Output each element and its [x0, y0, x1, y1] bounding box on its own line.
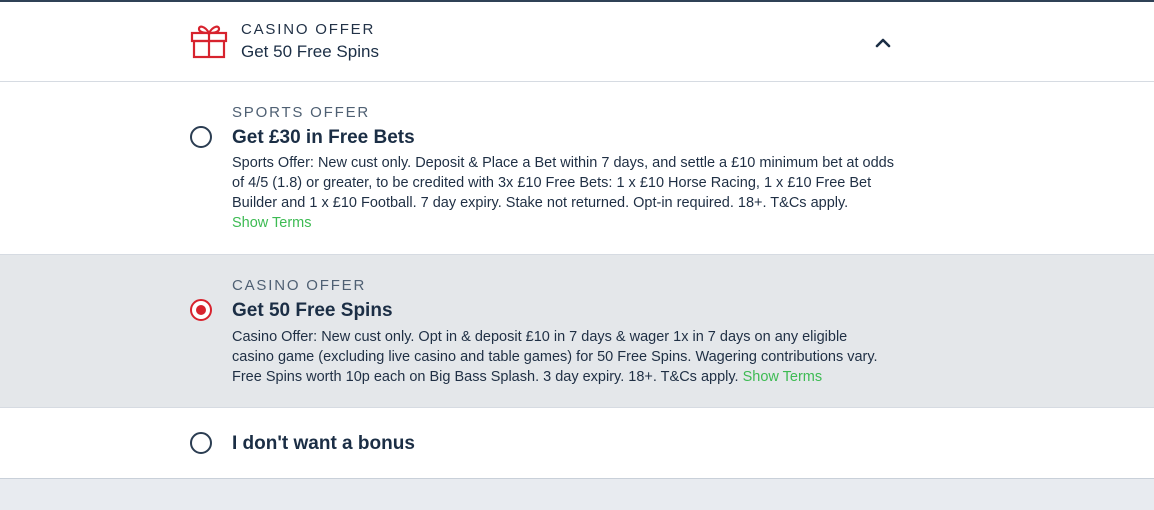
casino-show-terms-link[interactable]: Show Terms	[743, 369, 823, 385]
casino-offer-kicker: CASINO OFFER	[232, 277, 367, 294]
chevron-up-icon	[870, 32, 896, 54]
sports-offer-terms-text: Sports Offer: New cust only. Deposit & P…	[232, 155, 894, 211]
collapse-button[interactable]	[870, 32, 896, 54]
casino-offer-option[interactable]: CASINO OFFER Get 50 Free Spins Casino Of…	[0, 255, 1154, 408]
sports-offer-option[interactable]: SPORTS OFFER Get £30 in Free Bets Sports…	[0, 82, 1154, 255]
casino-offer-description: Casino Offer: New cust only. Opt in & de…	[232, 327, 882, 387]
sports-offer-description: Sports Offer: New cust only. Deposit & P…	[232, 153, 902, 233]
sports-show-terms-link[interactable]: Show Terms	[232, 215, 312, 231]
sports-offer-title: Get £30 in Free Bets	[232, 127, 415, 148]
no-bonus-option[interactable]: I don't want a bonus	[0, 408, 1154, 479]
sports-offer-kicker: SPORTS OFFER	[232, 104, 371, 121]
sports-offer-radio[interactable]	[190, 126, 212, 148]
header-kicker: CASINO OFFER	[241, 21, 376, 38]
gift-icon	[190, 22, 228, 60]
header-title: Get 50 Free Spins	[241, 42, 379, 61]
no-bonus-title: I don't want a bonus	[232, 433, 415, 454]
no-bonus-radio[interactable]	[190, 432, 212, 454]
offer-header[interactable]: CASINO OFFER Get 50 Free Spins	[0, 2, 1154, 82]
casino-offer-title: Get 50 Free Spins	[232, 300, 393, 321]
casino-offer-radio[interactable]	[190, 299, 212, 321]
